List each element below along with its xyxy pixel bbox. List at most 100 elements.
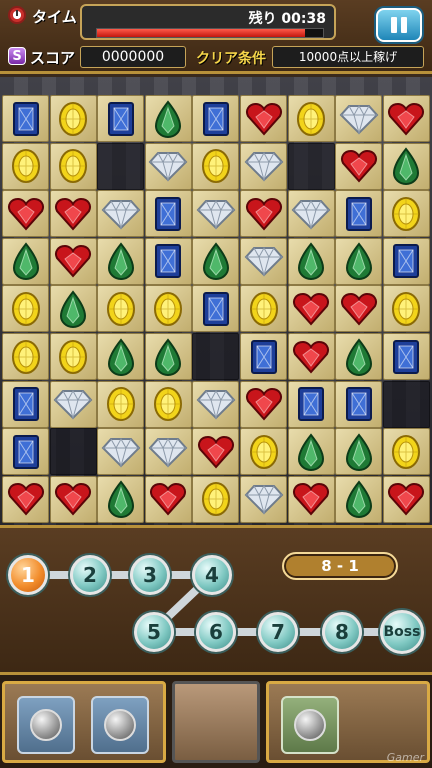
board-cell[interactable]	[97, 428, 145, 476]
board-cell[interactable]	[287, 285, 335, 333]
board-cell[interactable]	[192, 190, 240, 238]
board-cell[interactable]	[382, 285, 430, 333]
board-cell[interactable]	[144, 142, 192, 190]
board-cell[interactable]	[382, 237, 430, 285]
board-cell[interactable]	[335, 190, 383, 238]
sapphire-gem-icon	[297, 386, 325, 422]
board-cell[interactable]	[335, 285, 383, 333]
board-cell[interactable]	[287, 333, 335, 380]
board-cell[interactable]	[2, 475, 49, 523]
board-cell[interactable]	[2, 333, 49, 380]
stage-node-5[interactable]: 5	[134, 612, 174, 652]
board-cell[interactable]	[97, 237, 145, 285]
board-cell[interactable]	[240, 428, 287, 476]
topaz-gem-icon	[391, 434, 421, 470]
board-cell	[287, 142, 335, 190]
board-cell[interactable]	[2, 190, 49, 238]
board-cell[interactable]	[144, 380, 192, 428]
board-cell[interactable]	[2, 142, 49, 190]
board-cell[interactable]	[335, 428, 383, 476]
board-cell[interactable]	[335, 95, 383, 142]
board-cell[interactable]	[97, 95, 145, 142]
board-cell[interactable]	[382, 95, 430, 142]
board-cell[interactable]	[97, 333, 145, 380]
board-cell[interactable]	[382, 475, 430, 523]
board-cell[interactable]	[192, 95, 240, 142]
board-cell[interactable]	[192, 142, 240, 190]
item-slot-1[interactable]	[17, 696, 75, 754]
stage-node-2[interactable]: 2	[70, 555, 110, 595]
sapphire-gem-icon	[345, 386, 373, 422]
board-cell[interactable]	[144, 95, 192, 142]
board-cell[interactable]	[240, 142, 287, 190]
pause-button[interactable]	[376, 8, 422, 42]
topaz-gem-icon	[58, 339, 88, 375]
emerald-gem-icon	[107, 337, 135, 376]
ruby-gem-icon	[292, 482, 330, 516]
board-cell[interactable]	[382, 142, 430, 190]
board-cell[interactable]	[2, 237, 49, 285]
board-cell[interactable]	[2, 95, 49, 142]
board-cell[interactable]	[287, 237, 335, 285]
board-cell[interactable]	[97, 190, 145, 238]
board-cell[interactable]	[192, 475, 240, 523]
board-cell[interactable]	[49, 237, 97, 285]
board-cell[interactable]	[49, 142, 97, 190]
board-cell[interactable]	[144, 333, 192, 380]
board-cell[interactable]	[144, 237, 192, 285]
stage-node-7[interactable]: 7	[258, 612, 298, 652]
board-cell[interactable]	[287, 95, 335, 142]
diamond-gem-icon	[339, 103, 379, 135]
board-cell[interactable]	[2, 428, 49, 476]
stage-node-1[interactable]: 1	[8, 555, 48, 595]
board-cell[interactable]	[144, 190, 192, 238]
board-cell[interactable]	[192, 380, 240, 428]
board-cell[interactable]	[49, 190, 97, 238]
board-cell[interactable]	[240, 237, 287, 285]
board-cell[interactable]	[240, 380, 287, 428]
sapphire-gem-icon	[202, 101, 230, 137]
board-cell[interactable]	[49, 333, 97, 380]
remaining-time: 残り 00:38	[248, 11, 326, 27]
board-cell[interactable]	[192, 428, 240, 476]
board-cell[interactable]	[335, 333, 383, 380]
board-cell[interactable]	[97, 475, 145, 523]
board-cell[interactable]	[2, 285, 49, 333]
board-cell[interactable]	[335, 142, 383, 190]
board-cell[interactable]	[240, 285, 287, 333]
board-cell[interactable]	[335, 237, 383, 285]
board-cell[interactable]	[49, 475, 97, 523]
board-cell[interactable]	[287, 475, 335, 523]
stage-node-6[interactable]: 6	[196, 612, 236, 652]
item-slot-3[interactable]	[281, 696, 339, 754]
board-cell[interactable]	[2, 380, 49, 428]
board-cell[interactable]	[144, 475, 192, 523]
board-cell[interactable]	[97, 380, 145, 428]
board-cell[interactable]	[382, 333, 430, 380]
board-cell[interactable]	[192, 285, 240, 333]
stage-node-8[interactable]: 8	[322, 612, 362, 652]
board-cell[interactable]	[335, 380, 383, 428]
stage-node-boss[interactable]: Boss	[380, 610, 424, 654]
stage-node-4[interactable]: 4	[192, 555, 232, 595]
board-cell[interactable]	[240, 190, 287, 238]
board-cell[interactable]	[382, 428, 430, 476]
board-cell[interactable]	[97, 285, 145, 333]
board-cell[interactable]	[287, 380, 335, 428]
board-cell[interactable]	[287, 190, 335, 238]
board-cell[interactable]	[192, 237, 240, 285]
board-cell[interactable]	[49, 380, 97, 428]
item-slot-2[interactable]	[91, 696, 149, 754]
stage-node-3[interactable]: 3	[130, 555, 170, 595]
board-cell[interactable]	[382, 190, 430, 238]
board-cell[interactable]	[240, 333, 287, 380]
board-cell[interactable]	[287, 428, 335, 476]
board-cell[interactable]	[335, 475, 383, 523]
board-cell[interactable]	[240, 475, 287, 523]
board-cell[interactable]	[49, 285, 97, 333]
board-cell[interactable]	[240, 95, 287, 142]
board-cell[interactable]	[144, 428, 192, 476]
emerald-gem-icon	[297, 242, 325, 281]
board-cell[interactable]	[49, 95, 97, 142]
board-cell[interactable]	[144, 285, 192, 333]
